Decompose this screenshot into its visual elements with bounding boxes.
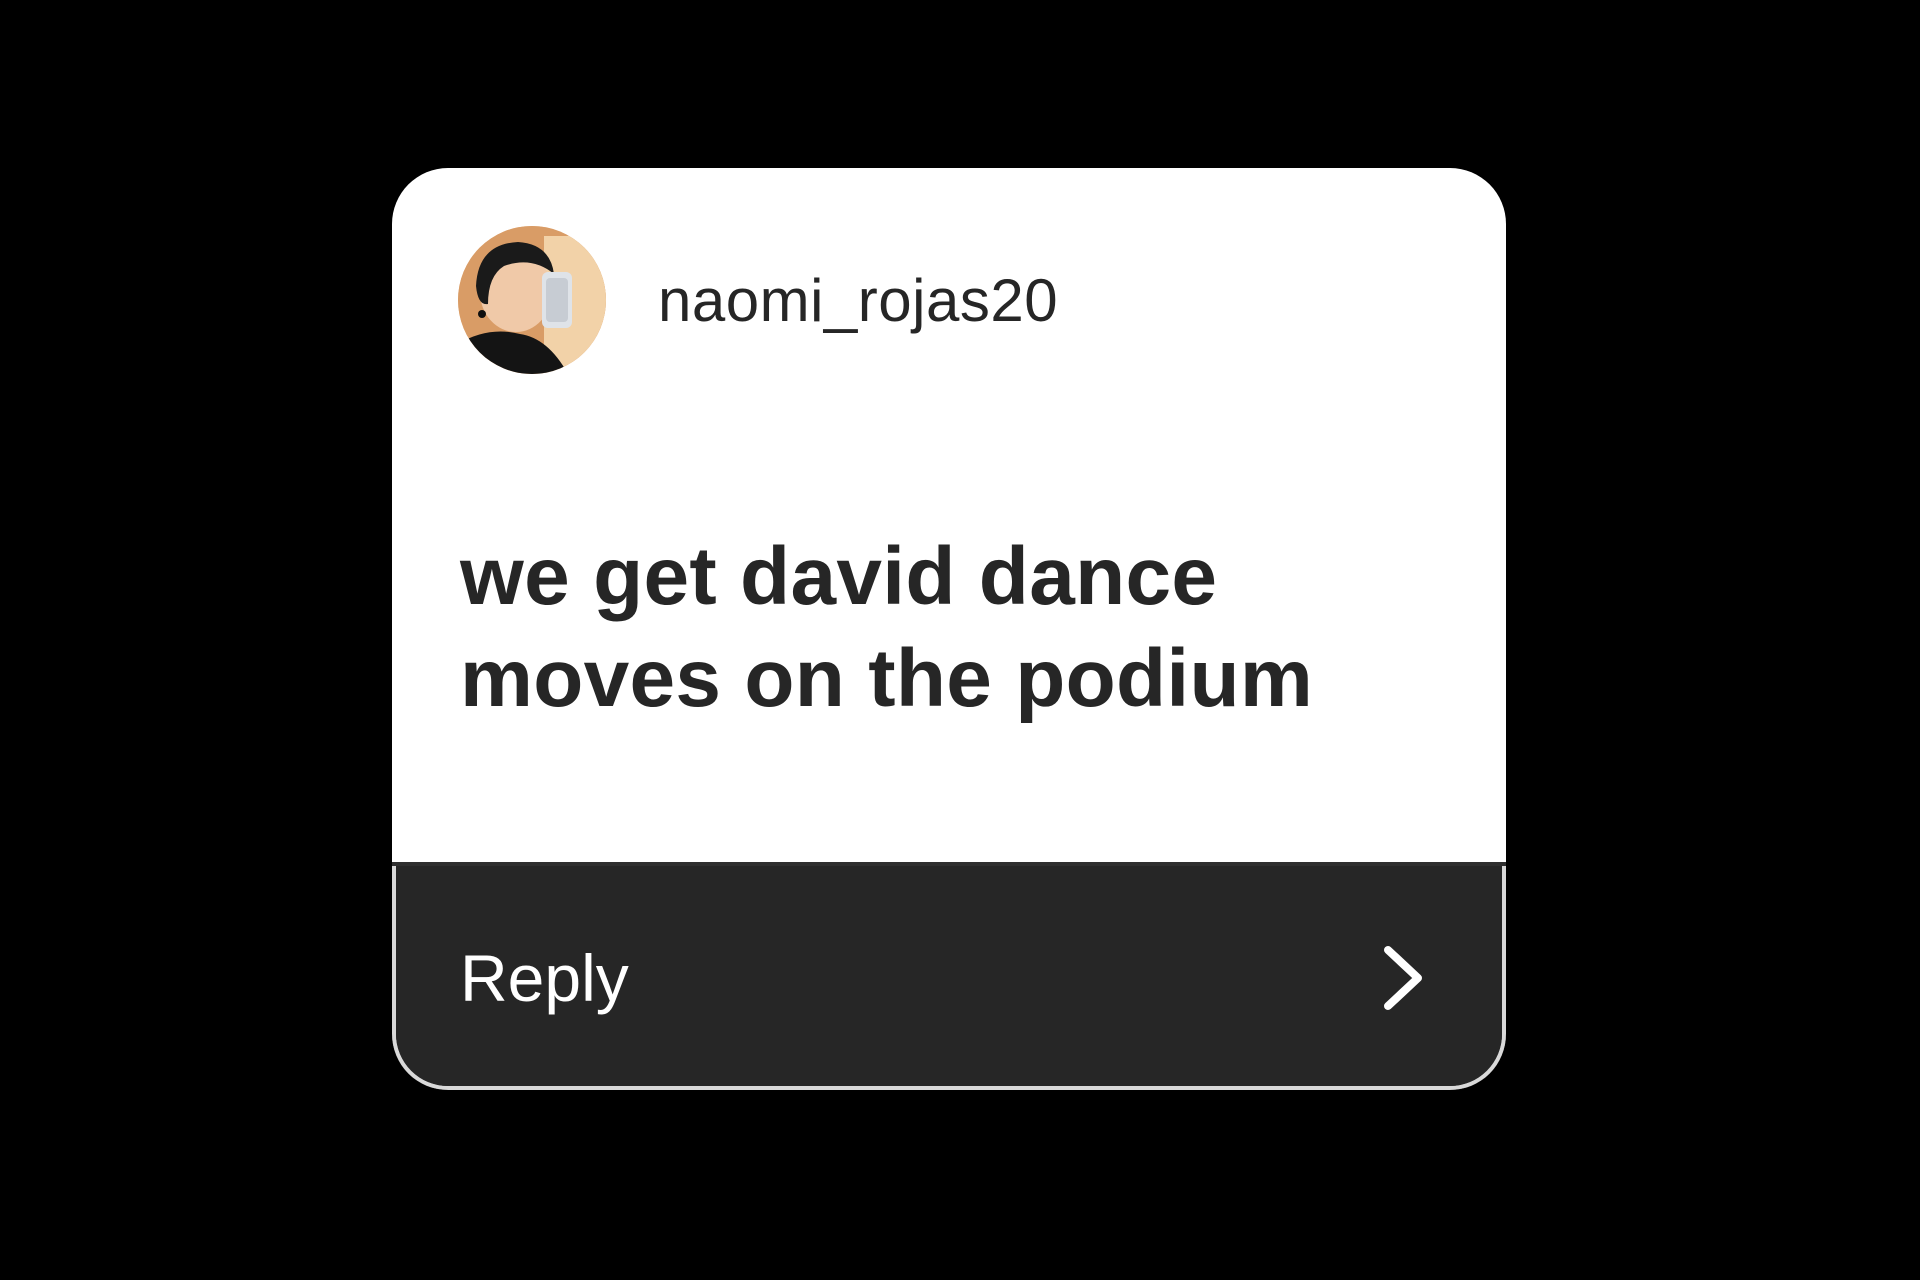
reply-button[interactable]: Reply: [392, 862, 1506, 1090]
username[interactable]: naomi_rojas20: [658, 266, 1058, 335]
avatar[interactable]: [458, 226, 606, 374]
story-reply-card: naomi_rojas20 we get david dance moves o…: [392, 168, 1506, 1090]
reply-label: Reply: [460, 941, 629, 1015]
card-header: naomi_rojas20: [458, 226, 1058, 374]
avatar-photo-icon: [458, 226, 606, 374]
reply-message-text: we get david dance moves on the podium: [460, 531, 1314, 724]
chevron-right-icon: [1384, 946, 1422, 1010]
